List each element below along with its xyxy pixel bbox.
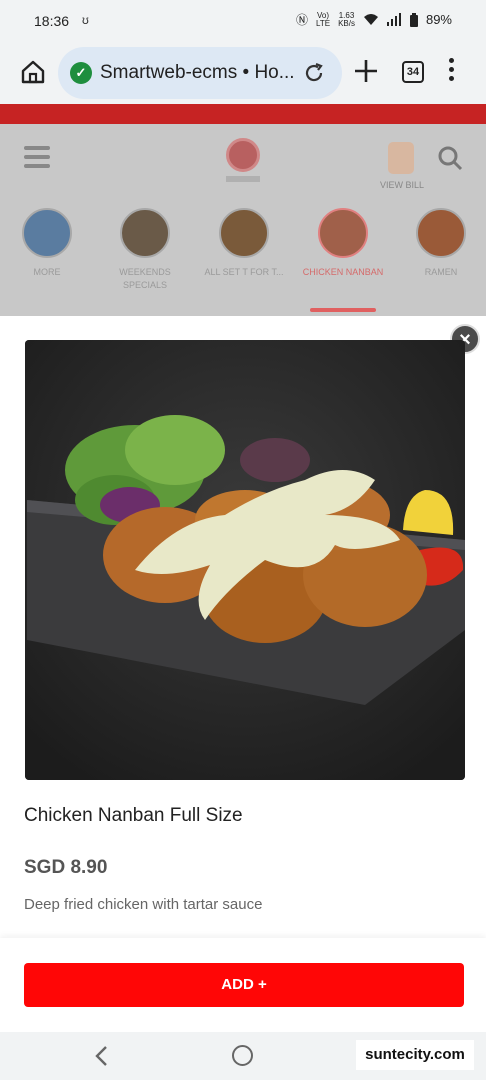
- item-photo: [25, 340, 465, 780]
- category-more-icon: [22, 208, 72, 258]
- add-to-cart-button[interactable]: ADD +: [24, 963, 464, 1007]
- view-bill-label: VIEW BILL: [379, 180, 424, 190]
- bill-icon: [388, 142, 414, 174]
- site-top-bar: [0, 104, 486, 124]
- notification-icon: ʊ: [82, 13, 89, 27]
- browser-toolbar: ✓ Smartweb-ecms • Ho... 34: [0, 44, 486, 104]
- item-name: Chicken Nanban Full Size: [24, 805, 243, 826]
- back-icon[interactable]: [92, 1044, 112, 1068]
- wifi-icon: [363, 14, 378, 25]
- net-speed: 1.63 KB/s: [338, 10, 355, 28]
- home-icon[interactable]: [20, 59, 46, 85]
- category-weekends: WEEKENDS SPECIALS: [100, 208, 190, 292]
- status-bar: 18:36 ʊ Ⓝ Vo) LTE 1.63 KB/s 89%: [0, 0, 486, 44]
- item-description: Deep fried chicken with tartar sauce: [24, 896, 263, 913]
- signal-icon: [386, 13, 401, 26]
- category-nanban: CHICKEN NANBAN: [298, 208, 388, 312]
- category-strip: MORE WEEKENDS SPECIALS ALL SET T FOR T..…: [0, 208, 486, 316]
- reload-icon[interactable]: [302, 61, 326, 85]
- more-menu-icon[interactable]: [446, 58, 456, 86]
- address-bar[interactable]: ✓ Smartweb-ecms • Ho...: [58, 47, 342, 99]
- category-ramen-image: [416, 208, 466, 258]
- secure-shield-icon: ✓: [70, 62, 92, 84]
- add-button-label: ADD: [221, 976, 254, 993]
- battery-icon: [409, 12, 418, 27]
- category-set-image: [219, 208, 269, 258]
- battery-level: 89%: [425, 12, 452, 27]
- status-time: 18:36: [34, 13, 70, 29]
- category-set: ALL SET T FOR T...: [199, 208, 289, 279]
- background-site: VIEW BILL MORE WEEKENDS SPECIALS ALL SET…: [0, 104, 486, 316]
- search-icon: [438, 146, 463, 171]
- site-logo: [226, 138, 260, 172]
- item-price: SGD 8.90: [24, 857, 108, 878]
- new-tab-icon[interactable]: [352, 57, 380, 85]
- watermark: suntecity.com: [356, 1040, 474, 1070]
- url-text: Smartweb-ecms • Ho...: [100, 62, 295, 83]
- category-more: MORE: [2, 208, 92, 279]
- nfc-icon: Ⓝ: [295, 13, 308, 27]
- hamburger-menu-icon: [24, 146, 50, 172]
- plus-icon: +: [257, 976, 267, 993]
- tab-switcher-button[interactable]: 34: [402, 61, 424, 83]
- nav-home-icon[interactable]: [232, 1045, 253, 1066]
- site-logo-subtitle: [226, 176, 260, 182]
- category-nanban-image: [318, 208, 368, 258]
- category-weekends-image: [120, 208, 170, 258]
- network-type: Vo) LTE: [315, 10, 331, 28]
- active-category-underline: [310, 308, 376, 312]
- category-ramen: RAMEN: [396, 208, 486, 279]
- status-icons: Ⓝ Vo) LTE 1.63 KB/s 89%: [296, 11, 452, 28]
